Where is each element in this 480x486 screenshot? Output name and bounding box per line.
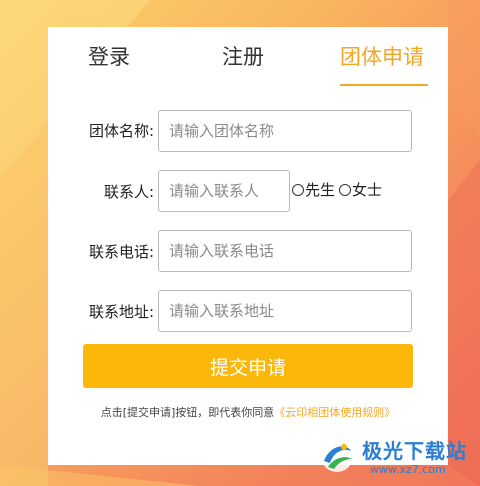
contact-input[interactable] [158,170,290,212]
phone-input[interactable] [158,230,412,272]
contact-label: 联系人: [103,183,154,201]
phone-label: 联系电话: [88,243,154,261]
radio-ms-label: 女士 [352,181,383,199]
radio-ms[interactable]: 女士 [339,179,382,200]
watermark-url: www.xz7.com [370,463,446,476]
agreement-notice: 点击[提交申请]按钮，即代表你同意《云印相团体使用规则》 [48,404,448,420]
watermark-title: 极光下载站 [362,439,467,463]
group-name-input[interactable] [158,110,412,152]
gender-radio-group: 先生 女士 [292,179,382,200]
address-label: 联系地址: [88,303,154,321]
tab-bar: 登录 注册 团体申请 [48,27,448,89]
tab-login[interactable]: 登录 [88,41,130,71]
agreement-text: 点击[提交申请]按钮，即代表你同意 [100,406,275,419]
site-watermark: 极光下载站 www.xz7.com [318,435,478,485]
group-apply-card: 登录 注册 团体申请 团体名称: 联系人: 先生 女士 联系电话: 联系地址: … [48,27,448,465]
tab-group-apply[interactable]: 团体申请 [340,41,424,71]
usage-rules-link[interactable]: 《云印相团体使用规则》 [274,406,395,419]
aurora-logo-icon [321,440,353,472]
radio-mr-label: 先生 [305,181,336,199]
active-tab-indicator [340,84,428,86]
radio-ms-circle-icon[interactable] [339,183,352,196]
group-name-label: 团体名称: [88,122,154,140]
radio-mr[interactable]: 先生 [292,179,335,200]
radio-mr-circle-icon[interactable] [292,183,304,196]
address-input[interactable] [158,290,412,332]
submit-application-button[interactable]: 提交申请 [83,344,413,388]
tab-register[interactable]: 注册 [222,41,264,71]
